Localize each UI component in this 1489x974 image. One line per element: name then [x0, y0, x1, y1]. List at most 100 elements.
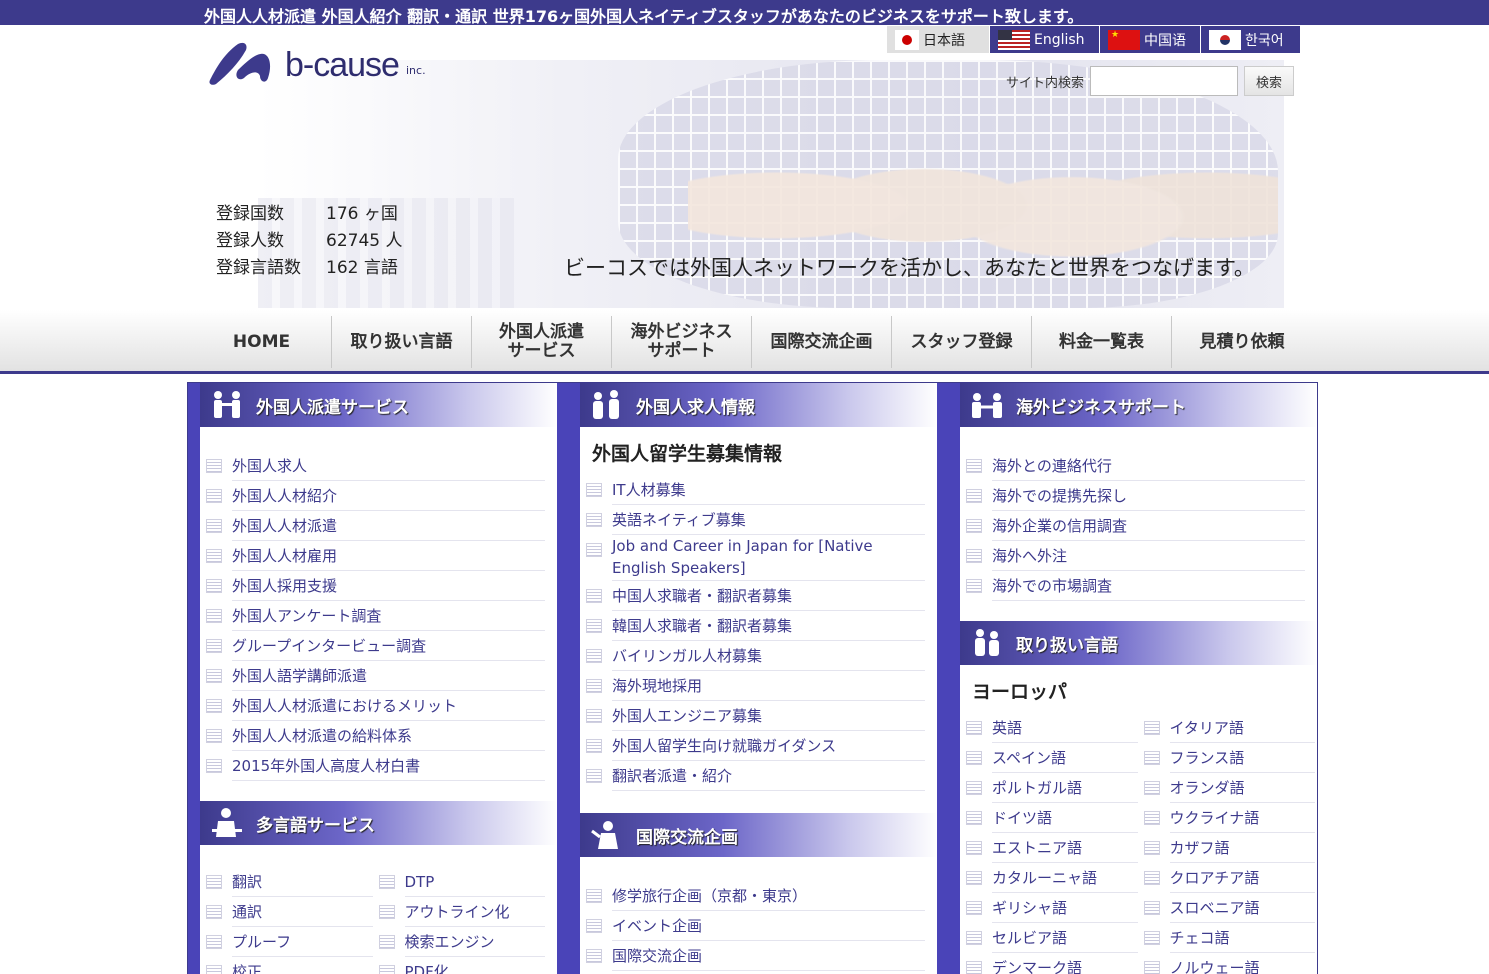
main-content: 外国人派遣サービス 外国人求人 外国人人材紹介 外国人人材派遣 外国人人材雇用 … [187, 382, 1318, 974]
stat-key: 登録国数 [216, 204, 284, 224]
list-item[interactable]: PDF化 [378, 957, 546, 974]
group-icon [590, 389, 624, 421]
list-item[interactable]: ポルトガル語 [966, 773, 1138, 803]
list-item[interactable]: DTP [378, 867, 545, 897]
list-item[interactable]: プルーフ [206, 927, 373, 957]
site-logo[interactable]: b-cause inc. [208, 40, 438, 86]
column-overseas: 海外ビジネスサポート 海外との連絡代行 海外での提携先探し 海外企業の信用調査 … [948, 383, 1317, 974]
list-item[interactable]: 韓国人求職者・翻訳者募集 [586, 611, 925, 641]
list-item[interactable]: 海外との連絡代行 [966, 451, 1305, 481]
column-jobs: 外国人求人情報 外国人留学生募集情報 IT人材募集 英語ネイティブ募集 Job … [568, 383, 948, 974]
list-item[interactable]: 外国人採用支援 [206, 571, 545, 601]
list-item[interactable]: 翻訳 [206, 867, 373, 897]
list-item[interactable]: 海外へ外注 [966, 541, 1305, 571]
list-item[interactable]: ギリシャ語 [966, 893, 1138, 923]
list-item[interactable]: クロアチア語 [1143, 863, 1315, 893]
panel-multilingual: 多言語サービス 翻訳 通訳 プルーフ 校正 DTP アウトライン化 検索エンジン… [200, 801, 557, 974]
list-item[interactable]: 外国人人材派遣の給料体系 [206, 721, 545, 751]
section-subhead: ヨーロッパ [972, 681, 1068, 703]
section-subhead: 外国人留学生募集情報 [592, 443, 783, 465]
us-flag-icon [998, 29, 1030, 50]
nav-home[interactable]: HOME [192, 316, 332, 368]
list-item[interactable]: スロベニア語 [1143, 893, 1315, 923]
lang-chinese[interactable]: 中国语 [1100, 26, 1201, 53]
list-item[interactable]: イベント企画 [586, 911, 925, 941]
top-banner-text: 外国人人材派遣 外国人紹介 翻訳・通訳 世界176ヶ国外国人ネイティブスタッフが… [204, 7, 1084, 26]
list-item[interactable]: フランス語 [1143, 743, 1315, 773]
list-item[interactable]: 外国人アンケート調査 [206, 601, 545, 631]
nav-languages[interactable]: 取り扱い言語 [332, 316, 472, 368]
list-item[interactable]: 国際交流企画 [586, 941, 925, 971]
list-item[interactable]: 通訳 [206, 897, 373, 927]
list-item[interactable]: エストニア語 [966, 833, 1138, 863]
lang-label: English [1034, 31, 1085, 48]
search-input[interactable] [1090, 66, 1239, 96]
list-item[interactable]: スペイン語 [966, 743, 1138, 773]
lang-label: 한국어 [1245, 32, 1284, 49]
stat-value: 62745 人 [326, 231, 403, 251]
list-item[interactable]: 外国人人材紹介 [206, 481, 545, 511]
list-item[interactable]: 海外での市場調査 [966, 571, 1305, 601]
list-item[interactable]: イタリア語 [1143, 713, 1315, 743]
list-item[interactable]: バイリンガル人材募集 [586, 641, 925, 671]
list-item[interactable]: 外国人求人 [206, 451, 545, 481]
list-item[interactable]: 外国人人材派遣におけるメリット [206, 691, 545, 721]
list-item[interactable]: 検索エンジン [378, 927, 545, 957]
list-item[interactable]: ノルウェー語 [1143, 953, 1316, 974]
speaker-icon [590, 819, 624, 851]
list-item[interactable]: 外国人人材雇用 [206, 541, 545, 571]
stat-key: 登録人数 [216, 231, 284, 251]
nav-quote-request[interactable]: 見積り依頼 [1172, 316, 1312, 368]
search-button[interactable]: 検索 [1244, 66, 1295, 96]
list-item[interactable]: 翻訳者派遣・紹介 [586, 761, 925, 791]
stat-value: 176 ヶ国 [326, 204, 398, 224]
nav-staff-registration[interactable]: スタッフ登録 [892, 316, 1032, 368]
nav-dispatch-service[interactable]: 外国人派遣 サービス [472, 316, 612, 368]
lang-korean[interactable]: 한국어 [1201, 26, 1300, 53]
lang-english[interactable]: English [990, 26, 1100, 53]
presenter-icon [210, 807, 244, 839]
list-item[interactable]: 外国人人材派遣 [206, 511, 545, 541]
panel-title-text: 国際交流企画 [636, 827, 738, 848]
list-item[interactable]: 海外現地採用 [586, 671, 925, 701]
list-item[interactable]: 2015年外国人高度人材白書 [206, 751, 545, 781]
list-item[interactable]: ドイツ語 [966, 803, 1138, 833]
list-item[interactable]: 海外での提携先探し [966, 481, 1305, 511]
list-item[interactable]: 外国人留学生向け就職ガイダンス [586, 731, 925, 761]
list-item[interactable]: ウクライナ語 [1143, 803, 1315, 833]
list-item[interactable]: デンマーク語 [966, 953, 1138, 974]
list-item[interactable]: 外国人語学講師派遣 [206, 661, 545, 691]
logo-wordmark: b-cause [285, 46, 400, 84]
list-item[interactable]: 英語ネイティブ募集 [586, 505, 925, 535]
list-item[interactable]: 中国人求職者・翻訳者募集 [586, 581, 925, 611]
list-item[interactable]: 英語 [966, 713, 1138, 743]
japan-flag-icon [895, 29, 919, 50]
stat-row: 登録言語数 162 言語 [216, 252, 402, 279]
people-icon [970, 627, 1004, 659]
column-dispatch: 外国人派遣サービス 外国人求人 外国人人材紹介 外国人人材派遣 外国人人材雇用 … [188, 383, 568, 974]
list-item[interactable]: アウトライン化 [378, 897, 545, 927]
list-item[interactable]: IT人材募集 [586, 475, 925, 505]
list-item[interactable]: グループインタービュー調査 [206, 631, 545, 661]
nav-price-list[interactable]: 料金一覧表 [1032, 316, 1172, 368]
list-item[interactable]: チェコ語 [1143, 923, 1315, 953]
handshake-icon [970, 389, 1004, 421]
panel-title: 外国人求人情報 [580, 383, 937, 427]
list-item[interactable]: 海外企業の信用調査 [966, 511, 1305, 541]
search-label: サイト内検索 [1006, 75, 1085, 91]
panel-dispatch-service: 外国人派遣サービス 外国人求人 外国人人材紹介 外国人人材派遣 外国人人材雇用 … [200, 383, 557, 801]
lang-japanese[interactable]: 日本語 [887, 26, 990, 53]
list-item[interactable]: Job and Career in Japan for [Native Engl… [586, 535, 925, 581]
list-item[interactable]: セルビア語 [966, 923, 1138, 953]
panel-job-info: 外国人求人情報 外国人留学生募集情報 IT人材募集 英語ネイティブ募集 Job … [580, 383, 937, 813]
list-item[interactable]: 外国人エンジニア募集 [586, 701, 925, 731]
list-item[interactable]: 校正 [206, 957, 373, 974]
list-item[interactable]: オランダ語 [1143, 773, 1315, 803]
nav-overseas-support[interactable]: 海外ビジネス サポート [612, 316, 752, 368]
list-item[interactable]: カザフ語 [1143, 833, 1315, 863]
nav-international-exchange[interactable]: 国際交流企画 [752, 316, 892, 368]
list-item[interactable]: カタルーニャ語 [966, 863, 1138, 893]
list-item[interactable]: 修学旅行企画（京都・東京） [586, 881, 925, 911]
panel-title-text: 多言語サービス [256, 815, 375, 836]
panel-title-text: 外国人派遣サービス [256, 397, 409, 418]
